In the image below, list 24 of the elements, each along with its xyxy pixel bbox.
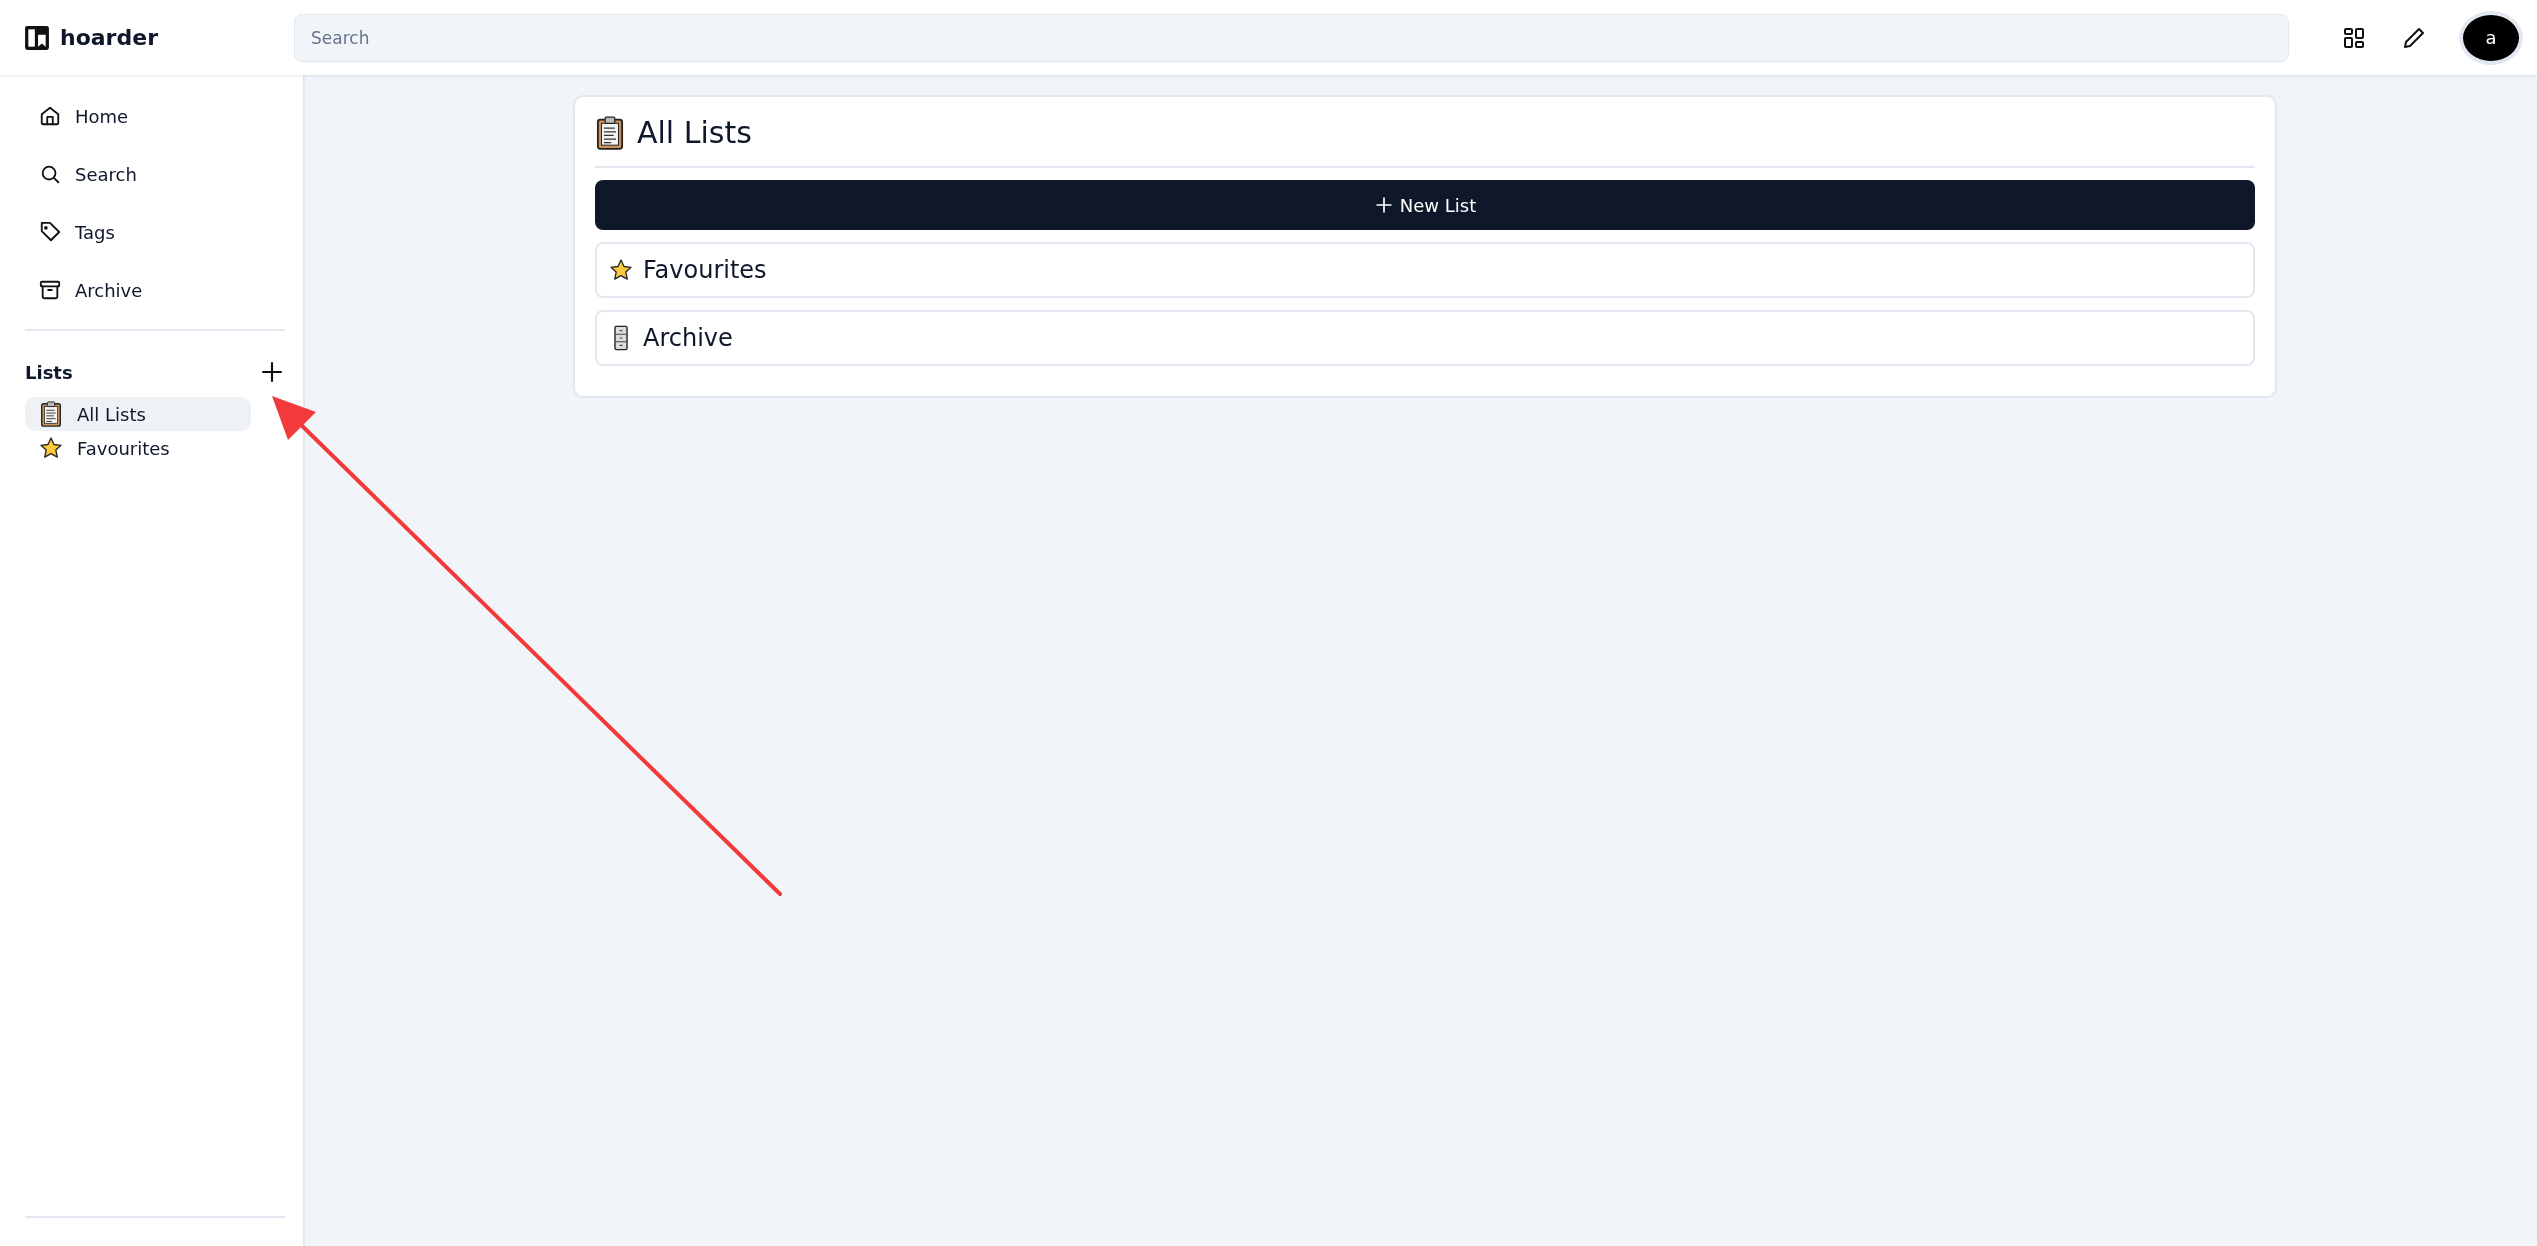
- nav-item[interactable]: Home: [25, 95, 285, 137]
- star-icon: [39, 435, 63, 461]
- search-field[interactable]: Search: [294, 13, 2289, 62]
- logo-icon: [24, 24, 50, 51]
- star-icon: [609, 257, 633, 283]
- user-avatar[interactable]: a: [2459, 10, 2523, 65]
- nav-item[interactable]: Tags: [25, 211, 285, 253]
- nav-item[interactable]: Search: [25, 153, 285, 195]
- lists-heading: Lists: [25, 361, 73, 383]
- new-list-button[interactable]: New List: [595, 180, 2255, 230]
- nav-item[interactable]: Archive: [25, 269, 285, 311]
- list-item[interactable]: Favourites: [25, 431, 251, 465]
- clipboard-icon: [39, 401, 63, 427]
- list-item[interactable]: All Lists: [25, 397, 251, 431]
- app-name: hoarder: [60, 25, 158, 50]
- page-title: All Lists: [637, 115, 752, 150]
- search-icon: [39, 163, 61, 185]
- tag-icon: [39, 221, 61, 243]
- clipboard-icon: [595, 115, 625, 150]
- add-icon[interactable]: [259, 359, 285, 385]
- archive-box-icon: [39, 279, 61, 301]
- list-row[interactable]: Favourites: [595, 242, 2255, 298]
- list-row[interactable]: Archive: [595, 310, 2255, 366]
- home-icon: [39, 105, 61, 127]
